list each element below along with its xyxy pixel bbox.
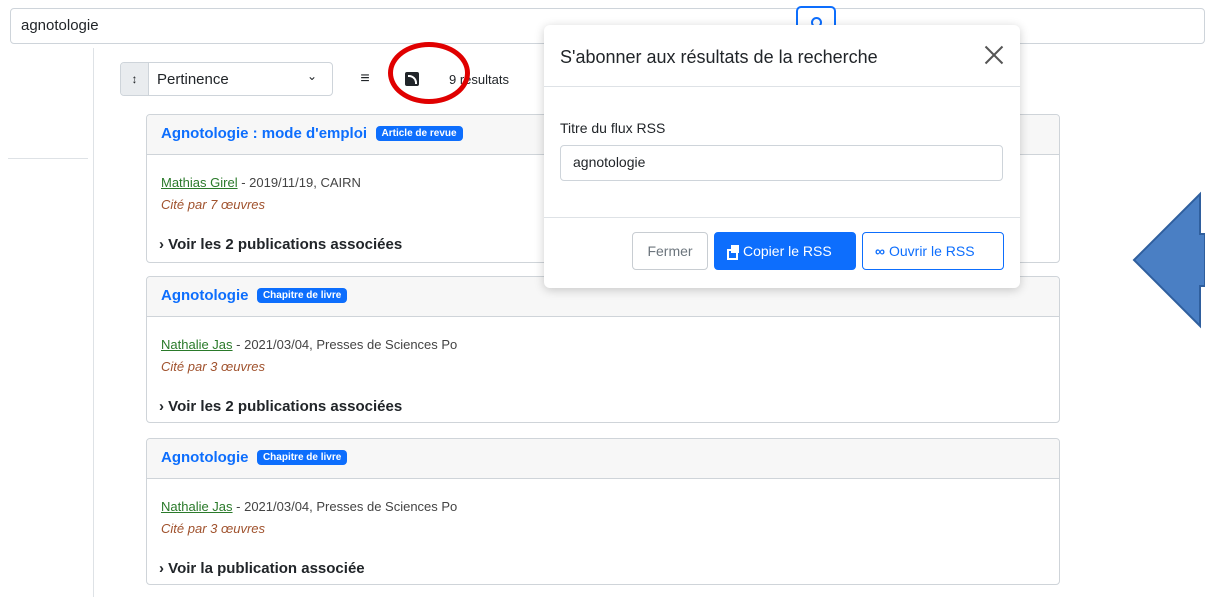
open-rss-label: Ouvrir le RSS: [888, 243, 975, 259]
copy-icon: [727, 245, 739, 260]
modal-footer: Fermer Copier le RSS ∞ Ouvrir le RSS: [544, 218, 1020, 288]
link-icon: ∞: [875, 243, 885, 259]
modal-title: S'abonner aux résultats de la recherche: [560, 47, 878, 67]
rss-title-field[interactable]: agnotologie: [560, 145, 1003, 181]
close-icon[interactable]: [982, 43, 1006, 67]
open-rss-button[interactable]: ∞ Ouvrir le RSS: [862, 232, 1004, 270]
highlight-circle: [388, 42, 470, 104]
close-button[interactable]: Fermer: [632, 232, 708, 270]
copy-rss-button[interactable]: Copier le RSS: [714, 232, 856, 270]
rss-title-label: Titre du flux RSS: [560, 120, 666, 136]
copy-rss-label: Copier le RSS: [743, 243, 832, 259]
modal-body: Titre du flux RSS agnotologie: [544, 87, 1020, 218]
modal-header: S'abonner aux résultats de la recherche: [544, 25, 1020, 87]
rss-subscribe-modal: S'abonner aux résultats de la recherche …: [544, 25, 1020, 288]
